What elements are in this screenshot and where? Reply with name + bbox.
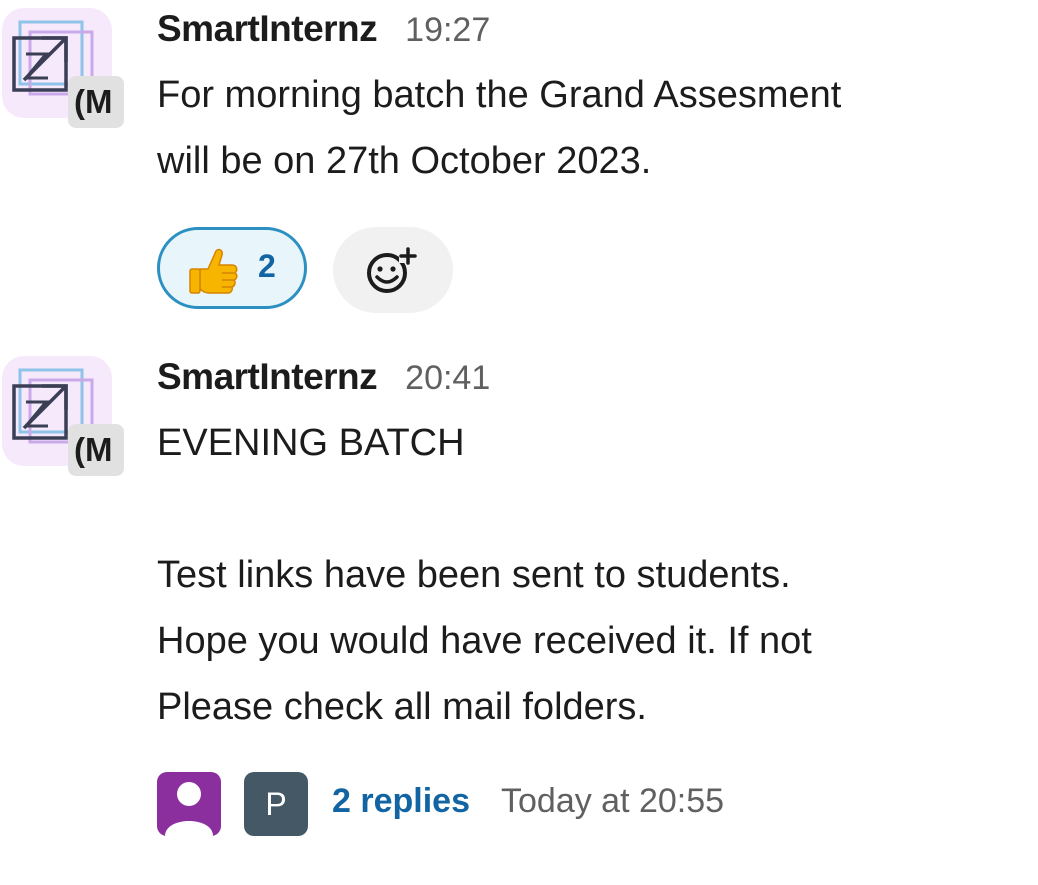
thumbs-up-emoji-icon xyxy=(189,248,238,294)
message-timestamp[interactable]: 20:41 xyxy=(405,359,490,397)
message-body: EVENING BATCH Test links have been sent … xyxy=(157,410,812,740)
message-line: For morning batch the Grand Assesment xyxy=(157,74,842,116)
sender-avatar[interactable]: (M xyxy=(2,356,126,480)
sender-avatar[interactable]: (M xyxy=(2,8,126,132)
message-body: For morning batch the Grand Assesment wi… xyxy=(157,62,841,194)
thread-replies-link[interactable]: 2 replies xyxy=(332,782,470,821)
message-line: Please check all mail folders. xyxy=(157,686,647,728)
reaction-thumbs-up[interactable]: 2 xyxy=(157,227,307,309)
message-line: Hope you would have received it. If not xyxy=(157,620,812,662)
message-header: SmartInternz 20:41 xyxy=(157,356,490,404)
sender-name[interactable]: SmartInternz xyxy=(157,8,378,49)
add-reaction-button[interactable] xyxy=(333,227,453,313)
thread-participant-avatar xyxy=(157,772,221,836)
sender-name[interactable]: SmartInternz xyxy=(157,356,378,397)
avatar-badge: (M xyxy=(68,76,124,128)
message-line: will be on 27th October 2023. xyxy=(157,140,652,182)
message-line: Test links have been sent to students. xyxy=(157,554,791,596)
thread-summary[interactable]: P 2 replies Today at 20:55 xyxy=(157,772,857,840)
thread-last-reply-time: Today at 20:55 xyxy=(501,782,725,820)
add-reaction-icon xyxy=(367,247,417,293)
thread-participant-avatar: P xyxy=(244,772,308,836)
message-timestamp[interactable]: 19:27 xyxy=(405,11,490,49)
message-line: EVENING BATCH xyxy=(157,422,465,464)
avatar-badge: (M xyxy=(68,424,124,476)
message-header: SmartInternz 19:27 xyxy=(157,8,490,56)
user-icon xyxy=(165,782,213,836)
reaction-count: 2 xyxy=(258,248,276,284)
